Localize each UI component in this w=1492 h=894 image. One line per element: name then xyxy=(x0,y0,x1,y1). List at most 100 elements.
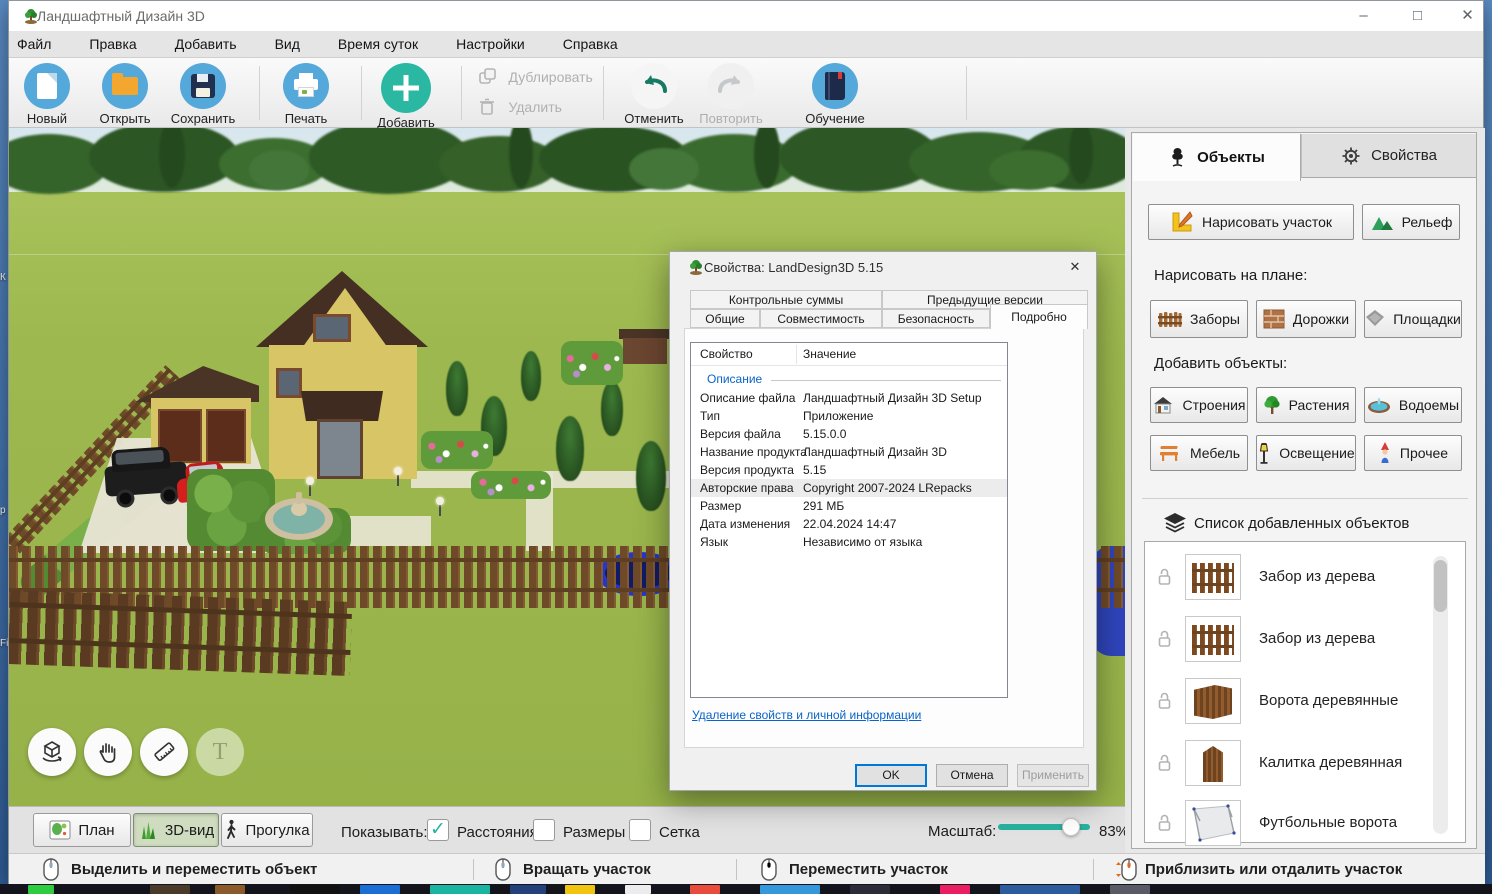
add-button[interactable]: Добавить xyxy=(363,63,449,130)
bench-icon xyxy=(1158,444,1182,462)
tab-general[interactable]: Общие xyxy=(690,309,760,328)
3d-view-button[interactable]: 3D-вид xyxy=(133,813,219,847)
menu-view[interactable]: Вид xyxy=(256,36,319,52)
table-row[interactable]: Название продукта Ландшафтный Дизайн 3D xyxy=(691,443,1007,461)
desktop-fragment: р xyxy=(0,505,6,516)
hand-icon xyxy=(99,743,116,763)
plants-button[interactable]: Растения xyxy=(1256,387,1356,423)
tab-properties[interactable]: Свойства xyxy=(1301,134,1476,178)
screen: К р Fi Ландшафтный Дизайн 3D – □ ✕ Файл … xyxy=(0,0,1492,894)
tab-security[interactable]: Безопасность xyxy=(882,309,990,328)
table-row[interactable]: Размер 291 МБ xyxy=(691,497,1007,515)
list-item[interactable]: Ворота деревянные xyxy=(1145,678,1465,734)
pan-tool-button[interactable] xyxy=(84,728,132,776)
remove-properties-link[interactable]: Удаление свойств и личной информации xyxy=(692,708,921,722)
measure-tool-button[interactable] xyxy=(140,728,188,776)
menu-bar: Файл Правка Добавить Вид Время суток Нас… xyxy=(9,31,1483,58)
new-button[interactable]: Новый xyxy=(4,63,90,126)
list-item[interactable]: Забор из дерева xyxy=(1145,554,1465,610)
table-row-selected[interactable]: Авторские права Copyright 2007-2024 LRepa… xyxy=(691,479,1007,497)
table-row[interactable]: Тип Приложение xyxy=(691,407,1007,425)
tab-compatibility[interactable]: Совместимость xyxy=(760,309,882,328)
unlock-icon[interactable] xyxy=(1157,754,1173,772)
unlock-icon[interactable] xyxy=(1157,692,1173,710)
pond-icon xyxy=(1367,396,1391,414)
dialog-close-icon[interactable]: ✕ xyxy=(1062,256,1088,278)
unlock-icon[interactable] xyxy=(1157,814,1173,832)
menu-add[interactable]: Добавить xyxy=(156,36,256,52)
duplicate-button[interactable]: Дублировать xyxy=(479,68,593,87)
text-tool-button[interactable]: T xyxy=(196,728,244,776)
redo-button[interactable]: Повторить xyxy=(688,63,774,126)
title-bar: Ландшафтный Дизайн 3D – □ ✕ xyxy=(9,1,1483,31)
table-header: Свойство Значение xyxy=(691,343,1007,366)
panel-divider xyxy=(1142,498,1468,499)
buildings-button[interactable]: Строения xyxy=(1150,387,1248,423)
unlock-icon[interactable] xyxy=(1157,630,1173,648)
menu-daytime[interactable]: Время суток xyxy=(319,36,437,52)
menu-settings[interactable]: Настройки xyxy=(437,36,544,52)
table-row[interactable]: Версия продукта 5.15 xyxy=(691,461,1007,479)
cancel-button[interactable]: Отмена xyxy=(936,764,1008,787)
scale-slider-thumb[interactable] xyxy=(1062,818,1080,836)
scale-slider[interactable] xyxy=(998,818,1090,836)
list-item[interactable]: Забор из дерева xyxy=(1145,616,1465,672)
list-item[interactable]: Футбольные ворота xyxy=(1145,800,1465,856)
save-button[interactable]: Сохранить xyxy=(160,63,246,126)
other-button[interactable]: Прочее xyxy=(1364,435,1462,471)
tab-details[interactable]: Подробно xyxy=(990,304,1088,329)
status-bar: Выделить и переместить объект Вращать уч… xyxy=(9,853,1485,884)
furniture-button[interactable]: Мебель xyxy=(1150,435,1248,471)
menu-edit[interactable]: Правка xyxy=(70,36,155,52)
table-row[interactable]: Язык Независимо от языка xyxy=(691,533,1007,551)
paths-button[interactable]: Дорожки xyxy=(1256,300,1356,338)
list-item[interactable]: Калитка деревянная xyxy=(1145,740,1465,796)
ok-button[interactable]: OK xyxy=(855,764,927,787)
table-row[interactable]: Дата изменения 22.04.2024 14:47 xyxy=(691,515,1007,533)
mouse-right-icon xyxy=(495,858,511,881)
lighting-button[interactable]: Освещение xyxy=(1256,435,1356,471)
apply-button[interactable]: Применить xyxy=(1017,764,1089,787)
table-row[interactable]: Описание файла Ландшафтный Дизайн 3D Setu… xyxy=(691,389,1007,407)
properties-dialog: Свойства: LandDesign3D 5.15 ✕ Контрольны… xyxy=(669,251,1097,791)
ponds-button[interactable]: Водоемы xyxy=(1364,387,1462,423)
fences-button[interactable]: Заборы xyxy=(1150,300,1248,338)
fountain xyxy=(265,492,333,542)
minimize-button[interactable]: – xyxy=(1355,1,1372,31)
relief-button[interactable]: Рельеф xyxy=(1362,204,1460,240)
list-scrollbar[interactable] xyxy=(1433,556,1448,834)
table-row[interactable]: Версия файла 5.15.0.0 xyxy=(691,425,1007,443)
rotate-view-tool-button[interactable] xyxy=(28,728,76,776)
grounds-button[interactable]: Площадки xyxy=(1364,300,1462,338)
undo-icon xyxy=(631,63,677,109)
grass-icon xyxy=(138,820,158,840)
tab-objects[interactable]: Объекты xyxy=(1133,134,1301,181)
undo-button[interactable]: Отменить xyxy=(611,63,697,126)
fence-icon xyxy=(1158,310,1183,328)
training-book-icon xyxy=(812,63,858,109)
tab-checksums[interactable]: Контрольные суммы xyxy=(690,290,882,309)
open-button[interactable]: Открыть xyxy=(82,63,168,126)
menu-file[interactable]: Файл xyxy=(9,36,70,52)
menu-help[interactable]: Справка xyxy=(544,36,637,52)
gear-icon xyxy=(1341,146,1361,166)
unlock-icon[interactable] xyxy=(1157,568,1173,586)
gazebo xyxy=(623,338,667,364)
checkbox-distances[interactable]: ✓ xyxy=(427,819,449,841)
close-button[interactable]: ✕ xyxy=(1459,1,1476,31)
print-button[interactable]: Печать xyxy=(263,63,349,126)
open-folder-icon xyxy=(102,63,148,109)
draw-plot-button[interactable]: Нарисовать участок xyxy=(1148,204,1354,240)
checkbox-sizes[interactable] xyxy=(533,819,555,841)
list-scrollbar-thumb[interactable] xyxy=(1434,560,1447,612)
foreground-fence xyxy=(9,590,353,676)
walk-view-button[interactable]: Прогулка xyxy=(221,813,313,847)
training-button[interactable]: Обучение xyxy=(792,63,878,126)
plan-view-button[interactable]: План xyxy=(33,813,131,847)
delete-button[interactable]: Удалить xyxy=(479,98,562,117)
object-thumbnail-goal xyxy=(1185,800,1241,846)
maximize-button[interactable]: □ xyxy=(1409,1,1426,31)
window-title: Ландшафтный Дизайн 3D xyxy=(37,8,205,24)
checkbox-grid[interactable] xyxy=(629,819,651,841)
conifer xyxy=(601,381,623,436)
